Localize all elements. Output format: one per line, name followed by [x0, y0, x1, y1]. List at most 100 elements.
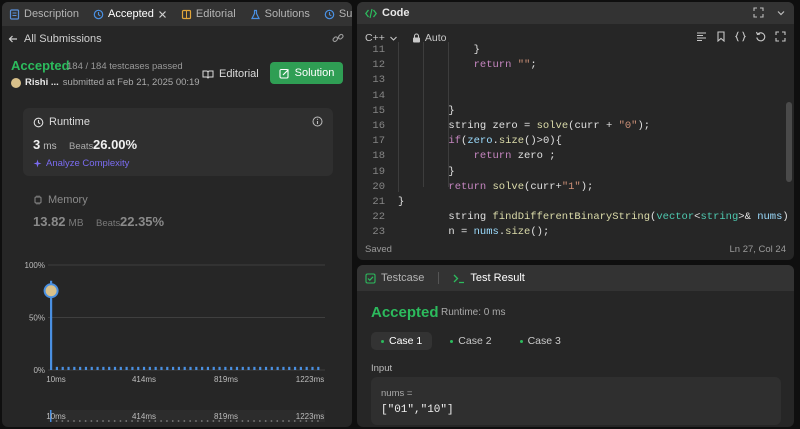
all-submissions-link[interactable]: All Submissions	[8, 31, 344, 47]
code-token: solve	[536, 120, 569, 132]
maximize-icon[interactable]	[753, 7, 764, 18]
brush-mini-bar	[206, 420, 209, 422]
tab-submissions[interactable]: Submissi	[317, 2, 352, 26]
tab-editorial-label: Editorial	[195, 8, 236, 20]
brush-mini-bar	[102, 420, 104, 422]
braces-icon[interactable]	[735, 31, 746, 42]
selected-submission-marker[interactable]	[43, 283, 59, 299]
tab-description[interactable]: Description	[2, 2, 86, 26]
y-tick-label: 0%	[33, 366, 45, 375]
case-tab-3[interactable]: Case 3	[510, 332, 571, 350]
analyze-complexity-button[interactable]: Analyze Complexity	[33, 158, 129, 169]
editor-scrollbar-thumb[interactable]	[786, 102, 792, 182]
chevron-down-icon[interactable]	[776, 7, 786, 18]
avatar[interactable]	[11, 77, 21, 88]
brush-mini-bar	[264, 420, 267, 422]
code-line: return zero ;	[474, 150, 556, 162]
reset-icon[interactable]	[755, 31, 766, 42]
code-token: }	[473, 44, 480, 56]
code-token: string	[700, 211, 739, 224]
memory-value: 13.82 MB	[33, 214, 84, 229]
brush-mini-bar	[119, 420, 122, 422]
editorial-button[interactable]: Editorial	[202, 64, 259, 84]
tab-solutions-label: Solutions	[264, 8, 310, 20]
sparkle-icon	[33, 159, 42, 168]
memory-unit: MB	[68, 218, 84, 229]
result-panel: Testcase Test Result Accepted Runtime: 0…	[357, 265, 794, 427]
indent-guide	[398, 42, 399, 192]
arrow-left-icon	[8, 34, 18, 44]
runtime-label-text: Runtime	[49, 116, 90, 128]
book-icon	[202, 69, 214, 80]
brush-mini-bar	[201, 420, 203, 422]
chart-bar	[102, 366, 105, 370]
code-tab-label[interactable]: Code	[382, 7, 410, 19]
line-number: 21	[372, 196, 385, 208]
runtime-distribution-chart[interactable]: 100% 50% 0% 10ms 414ms 819ms 1223ms 10ms 414ms 81…	[20, 260, 332, 425]
history-icon	[324, 9, 335, 20]
brush-mini-bar	[67, 420, 69, 422]
link-icon[interactable]	[332, 32, 344, 44]
case-tab-1[interactable]: Case 1	[371, 332, 433, 350]
code-token: if	[448, 135, 461, 148]
memory-label-text: Memory	[48, 194, 88, 206]
code-token: "0"	[618, 120, 638, 132]
all-submissions-label: All Submissions	[24, 33, 102, 45]
case-tab-2[interactable]: Case 2	[440, 332, 501, 350]
chart-bar	[241, 366, 244, 370]
code-token: zero	[492, 120, 518, 132]
info-icon[interactable]	[312, 116, 323, 127]
code-token: nums	[757, 211, 783, 224]
brush-tick-label: 414ms	[132, 412, 156, 421]
tab-testcase[interactable]: Testcase	[365, 272, 424, 284]
chart-bar	[108, 366, 111, 370]
chart-bar	[206, 366, 210, 370]
tab-test-result[interactable]: Test Result	[453, 272, 525, 284]
brush-mini-bar	[166, 420, 168, 422]
close-icon[interactable]	[158, 10, 167, 19]
chart-bar	[282, 366, 285, 370]
line-number: 14	[372, 89, 385, 102]
tab-submissions-label: Submissi	[338, 8, 352, 20]
solution-button[interactable]: Solution	[270, 62, 343, 84]
chart-bar	[317, 366, 320, 370]
code-token: return	[473, 59, 518, 72]
code-token: }	[398, 196, 405, 208]
brush-tick-label: 819ms	[214, 412, 238, 421]
tab-editorial[interactable]: Editorial	[174, 2, 243, 26]
code-token: );	[580, 180, 594, 193]
code-token: string	[448, 120, 493, 132]
chart-bar	[293, 366, 297, 370]
description-icon	[9, 8, 20, 20]
username[interactable]: Rishi ...	[25, 77, 59, 88]
chart-bar	[212, 366, 215, 370]
bookmark-icon[interactable]	[716, 31, 726, 42]
brush-mini-bar	[288, 420, 290, 422]
code-token: ;	[530, 59, 537, 72]
chart-bar	[137, 366, 140, 370]
tab-solutions[interactable]: Solutions	[243, 2, 317, 26]
edit-icon	[279, 68, 290, 79]
chart-bar	[55, 366, 59, 370]
code-editor[interactable]: 11} 12 return ""; 13 14 15} 16 string zero = so…	[357, 42, 794, 237]
line-number: 18	[372, 150, 385, 163]
brush-mini-bar	[247, 420, 249, 422]
line-number: 17	[372, 135, 385, 148]
code-token: ();	[530, 226, 550, 237]
brush-mini-bar	[282, 420, 284, 422]
code-token: string	[448, 211, 493, 224]
runtime-card[interactable]: Runtime 3 ms Beats 26.00% Analyze Complex…	[23, 108, 333, 176]
expand-icon[interactable]	[775, 31, 786, 42]
code-token: findDifferentBinaryString	[492, 211, 651, 224]
editorial-button-label: Editorial	[219, 68, 259, 80]
code-token: return	[448, 180, 493, 193]
pass-dot	[381, 339, 384, 343]
code-token: =	[517, 120, 537, 132]
line-number: 19	[372, 165, 385, 178]
format-icon[interactable]	[696, 31, 707, 42]
code-token: ()>0){	[524, 135, 562, 148]
submission-status: Accepted	[11, 58, 70, 73]
code-line: string findDifferentBinaryString(vector<…	[448, 211, 794, 223]
submission-meta: Rishi ... submitted at Feb 21, 2025 00:1…	[11, 77, 200, 88]
tab-accepted[interactable]: Accepted	[86, 2, 174, 26]
